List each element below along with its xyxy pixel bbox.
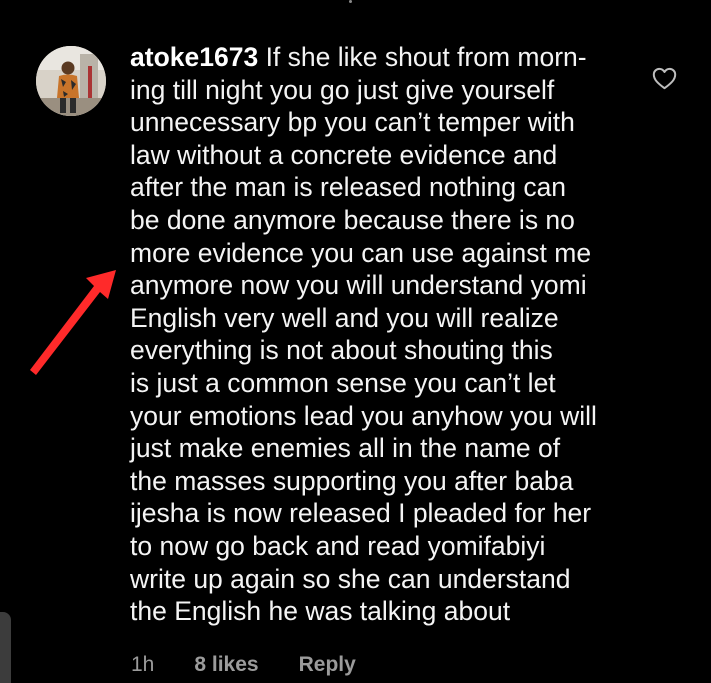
comment-username[interactable]: atoke1673	[130, 42, 258, 72]
heart-outline-icon[interactable]	[652, 67, 677, 90]
comment-line-17: write up again so she can understand	[130, 563, 571, 594]
red-arrow-icon	[30, 270, 116, 375]
comment-timestamp: 1h	[131, 653, 155, 676]
avatar[interactable]	[36, 46, 106, 116]
comment-line-1: atoke1673 If she like shout from morn-	[130, 41, 625, 74]
comment-line-3: unnecessary bp you can’t temper with	[130, 107, 575, 138]
comment-body: atoke1673 If she like shout from morn- i…	[130, 41, 625, 628]
comment-line-11: is just a common sense you can’t let	[130, 367, 556, 398]
edge-overlay	[0, 612, 11, 683]
comment-line-9: English very well and you will realize	[130, 302, 559, 333]
comment-line-7: more evidence you can use against me	[130, 237, 592, 268]
comment-line-10: everything is not about shouting this	[130, 335, 553, 366]
comment-line-16: to now go back and read yomifabiyi	[130, 530, 546, 561]
comment-line-text: If she like shout from morn-	[265, 42, 587, 72]
comment-line-8: anymore now you will understand yomi	[130, 270, 587, 301]
comment-line-5: after the man is released nothing can	[130, 172, 567, 203]
comment-actions: 1h 8 likes Reply	[131, 651, 356, 679]
comment-line-12: your emotions lead you anyhow you will	[130, 400, 597, 431]
likes-count[interactable]: 8 likes	[194, 651, 258, 679]
comment-line-2: ing till night you go just give yourself	[130, 74, 555, 105]
comment-line-6: be done anymore because there is no	[130, 204, 575, 235]
reply-button[interactable]: Reply	[299, 651, 356, 679]
avatar-image	[36, 46, 106, 116]
comment-line-13: just make enemies all in the name of	[130, 433, 561, 464]
comment-line-4: law without a concrete evidence and	[130, 139, 558, 170]
comment-line-15: ijesha is now released I pleaded for her	[130, 498, 592, 529]
comment-line-18: the English he was talking about	[130, 596, 511, 627]
comment-line-14: the masses supporting you after baba	[130, 465, 574, 496]
